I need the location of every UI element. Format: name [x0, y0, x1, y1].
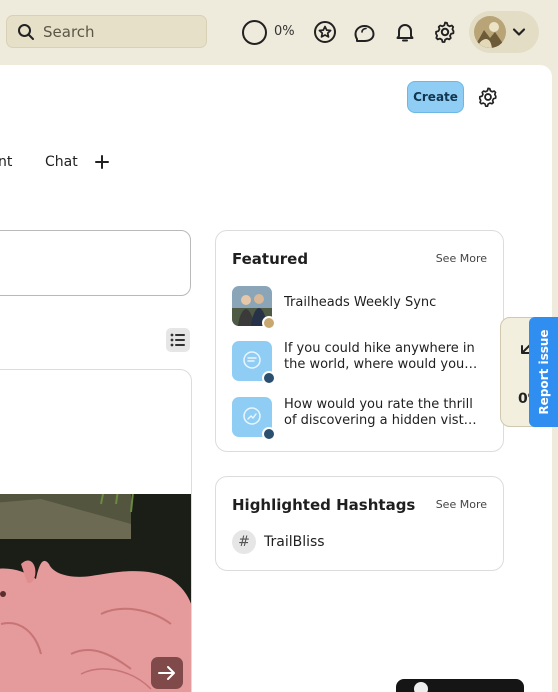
chat-bubbles-icon[interactable] [353, 20, 377, 44]
main-panel: Create nt Chat Featured See More Trailhe… [0, 65, 552, 692]
bottom-dock[interactable] [396, 679, 524, 692]
avatar-badge-icon [262, 427, 276, 441]
star-badge-icon[interactable] [313, 20, 337, 44]
search-box[interactable] [6, 15, 207, 48]
avatar-badge-icon [262, 371, 276, 385]
featured-title: Featured [232, 250, 309, 268]
post-composer[interactable] [0, 230, 191, 296]
featured-see-more-link[interactable]: See More [436, 252, 487, 265]
settings-gear-icon[interactable] [477, 86, 499, 108]
arrow-right-icon [158, 666, 175, 680]
hashtags-card: Highlighted Hashtags See More # TrailBli… [215, 476, 504, 571]
hashtags-title: Highlighted Hashtags [232, 496, 416, 514]
featured-item-line: of discovering a hidden vista … [284, 413, 484, 428]
hashtag-item[interactable]: TrailBliss [264, 534, 325, 550]
search-input[interactable] [43, 22, 193, 41]
create-button[interactable]: Create [407, 81, 464, 113]
featured-item-title: Trailheads Weekly Sync [284, 295, 437, 310]
report-issue-label: Report issue [536, 329, 551, 415]
list-view-button[interactable] [166, 328, 190, 352]
avatar [474, 16, 506, 48]
add-tab-plus-icon[interactable] [94, 154, 110, 170]
featured-item[interactable]: Trailheads Weekly Sync [232, 286, 492, 330]
search-icon [18, 23, 34, 40]
event-badge-icon [262, 316, 276, 330]
bell-icon[interactable] [393, 20, 417, 44]
progress-ring-icon[interactable] [242, 20, 267, 45]
featured-item-line: the world, where would you… [284, 357, 478, 372]
hashtags-see-more-link[interactable]: See More [436, 498, 487, 511]
tab-partial[interactable]: nt [0, 154, 12, 170]
chevron-down-icon [512, 28, 526, 36]
list-icon [170, 333, 185, 347]
tab-chat[interactable]: Chat [45, 154, 78, 170]
user-menu-button[interactable] [469, 11, 539, 53]
featured-item[interactable]: If you could hike anywhere in the world,… [232, 341, 492, 385]
hashtag-icon: # [232, 530, 256, 554]
report-issue-button[interactable]: Report issue [529, 317, 558, 427]
post-card[interactable] [0, 369, 192, 692]
featured-item-line: How would you rate the thrill [284, 397, 473, 412]
gear-icon[interactable] [433, 20, 457, 44]
dock-icon [414, 682, 428, 692]
next-media-button[interactable] [151, 657, 183, 689]
featured-item-line: If you could hike anywhere in [284, 341, 475, 356]
featured-item[interactable]: How would you rate the thrill of discove… [232, 397, 492, 441]
progress-percent: 0% [274, 24, 295, 39]
featured-card: Featured See More Trailheads Weekly Sync [215, 230, 504, 452]
